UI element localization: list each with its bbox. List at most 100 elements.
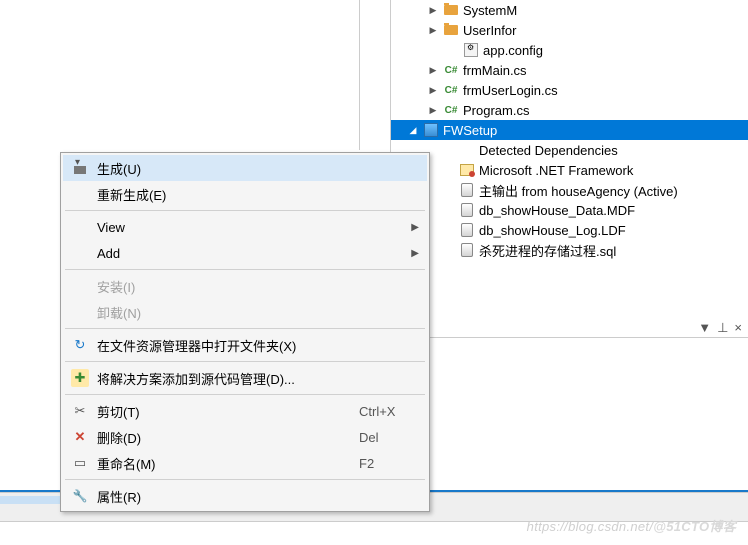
- file-icon: [459, 242, 475, 258]
- blank-icon: [459, 142, 475, 158]
- menu-item-view[interactable]: View ▶: [63, 214, 427, 240]
- csharp-icon: C#: [443, 82, 459, 98]
- tree-item-label: app.config: [483, 43, 543, 58]
- tree-item-label: frmMain.cs: [463, 63, 527, 78]
- tree-item-frmuserlogin-cs[interactable]: ▶ C# frmUserLogin.cs: [391, 80, 748, 100]
- config-icon: [463, 42, 479, 58]
- tree-item--from-houseagency-active-[interactable]: 主输出 from houseAgency (Active): [391, 180, 748, 200]
- menu-item-cut[interactable]: ✂ 剪切(T) Ctrl+X: [63, 398, 427, 424]
- editor-blank: [25, 0, 360, 150]
- tree-item-microsoft-net-framework[interactable]: Microsoft .NET Framework: [391, 160, 748, 180]
- menu-shortcut: Del: [359, 430, 419, 445]
- solution-explorer-tree[interactable]: ▶ SystemM ▶UserInfor app.config ▶ C# frmMain.c…: [390, 0, 748, 310]
- add-source-icon: ✚: [71, 369, 89, 387]
- menu-separator: [65, 361, 425, 362]
- menu-item-label: 重命名(M): [97, 454, 351, 473]
- menu-item-label: 卸载(N): [97, 303, 419, 322]
- expander-icon[interactable]: ▶: [427, 104, 439, 116]
- expander-icon[interactable]: ▶: [427, 64, 439, 76]
- expander-icon[interactable]: ▶: [427, 84, 439, 96]
- menu-item-label: View: [97, 220, 403, 235]
- csharp-icon: C#: [443, 62, 459, 78]
- tree-item-fwsetup-selected[interactable]: ◢ FWSetup: [391, 120, 748, 140]
- expander-icon[interactable]: [447, 44, 459, 56]
- menu-item-openfolder[interactable]: ↻在文件资源管理器中打开文件夹(X): [63, 332, 427, 358]
- menu-item-label: 生成(U): [97, 159, 419, 178]
- menu-item-label: 重新生成(E): [97, 185, 419, 204]
- menu-item-add[interactable]: Add ▶: [63, 240, 427, 266]
- menu-separator: [65, 328, 425, 329]
- menu-shortcut: F2: [359, 456, 419, 471]
- menu-item-addsrc[interactable]: ✚ 将解决方案添加到源代码管理(D)...: [63, 365, 427, 391]
- submenu-arrow-icon: ▶: [411, 248, 419, 259]
- close-icon[interactable]: ×: [734, 320, 742, 335]
- tree-item-label: SystemM: [463, 3, 517, 18]
- tree-item-label: 杀死进程的存储过程.sql: [479, 241, 616, 260]
- tree-item-label: frmUserLogin.cs: [463, 83, 558, 98]
- menu-item-rename[interactable]: ▭ 重命名(M) F2: [63, 450, 427, 476]
- wrench-icon: 🔧: [71, 487, 89, 505]
- rename-icon: ▭: [71, 454, 89, 472]
- blank-icon: [71, 244, 89, 262]
- tree-item-systemm[interactable]: ▶ SystemM: [391, 0, 748, 20]
- menu-shortcut: Ctrl+X: [359, 404, 419, 419]
- menu-item-label: 安装(I): [97, 277, 419, 296]
- blank-icon: [71, 277, 89, 295]
- pin-icon[interactable]: ⊥: [717, 320, 728, 336]
- file-icon: [459, 222, 475, 238]
- blank-icon: [71, 185, 89, 203]
- menu-item-rebuild[interactable]: 重新生成(E): [63, 181, 427, 207]
- tree-item-label: Program.cs: [463, 103, 529, 118]
- expander-icon[interactable]: ▶: [427, 24, 439, 36]
- expander-icon[interactable]: ▶: [427, 4, 439, 16]
- tree-item-label: db_showHouse_Log.LDF: [479, 223, 626, 238]
- folder-icon: [443, 2, 459, 18]
- dotnet-icon: [459, 162, 475, 178]
- tree-item-userinfor[interactable]: ▶UserInfor: [391, 20, 748, 40]
- menu-item-unload: 卸载(N): [63, 299, 427, 325]
- menu-item-label: Add: [97, 246, 403, 261]
- tree-item-program-cs[interactable]: ▶ C# Program.cs: [391, 100, 748, 120]
- panel-header-controls: ▼ ⊥ ×: [430, 318, 748, 338]
- expander-icon[interactable]: ◢: [407, 124, 419, 136]
- tree-item-label: Microsoft .NET Framework: [479, 163, 633, 178]
- menu-item-install: 安装(I): [63, 273, 427, 299]
- tree-item-app-config[interactable]: app.config: [391, 40, 748, 60]
- blank-icon: [71, 303, 89, 321]
- tree-item-db_showhouse_data-mdf[interactable]: db_showHouse_Data.MDF: [391, 200, 748, 220]
- open-folder-icon: ↻: [71, 336, 89, 354]
- file-icon: [459, 202, 475, 218]
- menu-separator: [65, 210, 425, 211]
- setup-icon: [423, 122, 439, 138]
- build-icon: [71, 159, 89, 177]
- menu-item-build[interactable]: 生成(U): [63, 155, 427, 181]
- menu-separator: [65, 269, 425, 270]
- menu-item-label: 剪切(T): [97, 402, 351, 421]
- menu-item-label: 属性(R): [97, 487, 419, 506]
- cut-icon: ✂: [71, 402, 89, 420]
- file-icon: [459, 182, 475, 198]
- dropdown-icon[interactable]: ▼: [698, 320, 711, 335]
- tree-item-label: db_showHouse_Data.MDF: [479, 203, 635, 218]
- tree-item-frmmain-cs[interactable]: ▶ C# frmMain.cs: [391, 60, 748, 80]
- menu-item-label: 删除(D): [97, 428, 351, 447]
- context-menu: 生成(U) 重新生成(E) View ▶ Add ▶ 安装(I) 卸载(N) ↻在文件资源管理器…: [60, 152, 430, 512]
- menu-separator: [65, 479, 425, 480]
- menu-item-label: 将解决方案添加到源代码管理(D)...: [97, 369, 419, 388]
- menu-separator: [65, 394, 425, 395]
- csharp-icon: C#: [443, 102, 459, 118]
- scroll-marker: [0, 496, 60, 504]
- menu-item-prop[interactable]: 🔧 属性(R): [63, 483, 427, 509]
- tree-item-label: FWSetup: [443, 123, 497, 138]
- editor-background: [0, 0, 385, 150]
- menu-item-delete[interactable]: ✕删除(D)Del: [63, 424, 427, 450]
- tree-item-label: Detected Dependencies: [479, 143, 618, 158]
- tree-item--sql[interactable]: 杀死进程的存储过程.sql: [391, 240, 748, 260]
- watermark: https://blog.csdn.net/@51CTO博客: [527, 516, 736, 535]
- tree-item-db_showhouse_log-ldf[interactable]: db_showHouse_Log.LDF: [391, 220, 748, 240]
- tree-item-label: 主输出 from houseAgency (Active): [479, 181, 678, 200]
- blank-icon: [71, 218, 89, 236]
- folder-icon: [443, 22, 459, 38]
- tree-item-detected-dependencies[interactable]: Detected Dependencies: [391, 140, 748, 160]
- submenu-arrow-icon: ▶: [411, 222, 419, 233]
